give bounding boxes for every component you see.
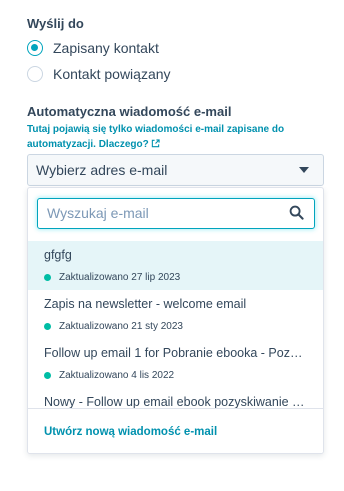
email-meta: Zaktualizowano 4 lis 2022	[44, 370, 307, 381]
radio-button-selected[interactable]	[27, 40, 43, 56]
email-updated-date: Zaktualizowano 21 sty 2023	[59, 321, 183, 332]
search-field[interactable]	[37, 198, 315, 229]
status-dot-icon	[44, 274, 51, 281]
email-updated-date: Zaktualizowano 4 lis 2022	[59, 370, 175, 381]
email-meta: Zaktualizowano 21 sty 2023	[44, 321, 307, 332]
email-select-value: Wybierz adres e-mail	[36, 162, 168, 178]
email-select-dropdown[interactable]: Wybierz adres e-mail	[27, 154, 324, 186]
send-to-title: Wyślij do	[27, 16, 84, 31]
email-name: gfgfg	[44, 248, 72, 262]
create-email-link[interactable]: Utwórz nową wiadomość e-mail	[44, 426, 217, 438]
radio-button[interactable]	[27, 66, 43, 82]
radio-label-associated-contact: Kontakt powiązany	[53, 66, 171, 82]
list-item[interactable]: gfgfg Zaktualizowano 27 lip 2023	[28, 241, 323, 290]
help-text-block: Tutaj pojawią się tylko wiadomości e-mai…	[27, 122, 322, 152]
search-input[interactable]	[38, 199, 278, 227]
status-dot-icon	[44, 372, 51, 379]
email-name: Zapis na newsletter - welcome email	[44, 297, 247, 311]
list-item[interactable]: Follow up email 1 for Pobranie ebooka - …	[28, 339, 323, 388]
why-link[interactable]: Dlaczego?	[99, 139, 160, 150]
status-dot-icon	[44, 323, 51, 330]
external-link-icon	[151, 139, 160, 148]
dropdown-footer: Utwórz nową wiadomość e-mail	[28, 408, 323, 453]
email-name: Follow up email 1 for Pobranie ebooka - …	[44, 346, 307, 360]
why-link-label: Dlaczego?	[98, 139, 149, 150]
radio-label-saved-contact: Zapisany kontakt	[53, 40, 159, 56]
auto-email-title: Automatyczna wiadomość e-mail	[27, 104, 232, 119]
radio-saved-contact[interactable]: Zapisany kontakt	[27, 40, 159, 56]
email-updated-date: Zaktualizowano 27 lip 2023	[59, 272, 181, 283]
caret-down-icon	[299, 167, 309, 173]
search-icon[interactable]	[289, 205, 304, 220]
email-dropdown-menu: gfgfg Zaktualizowano 27 lip 2023 Zapis n…	[27, 187, 324, 454]
radio-associated-contact[interactable]: Kontakt powiązany	[27, 66, 171, 82]
email-meta: Zaktualizowano 27 lip 2023	[44, 272, 307, 283]
list-item[interactable]: Zapis na newsletter - welcome email Zakt…	[28, 290, 323, 339]
